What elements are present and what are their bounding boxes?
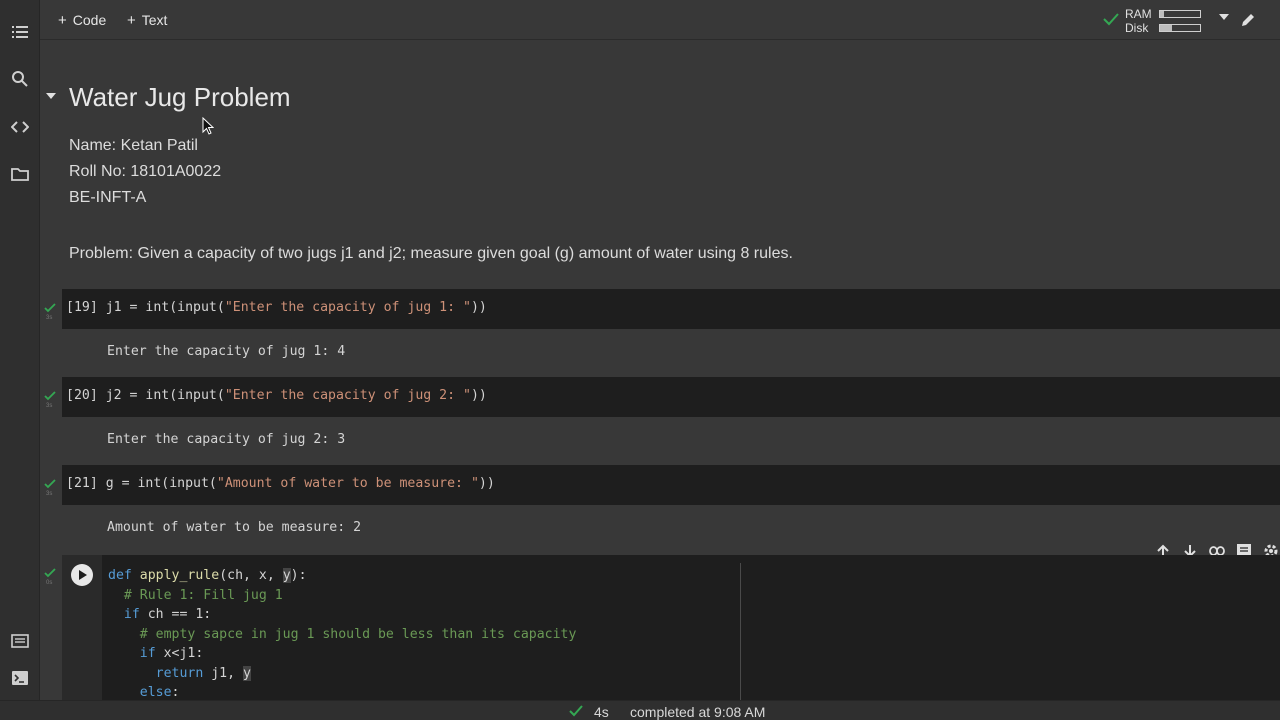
- search-icon[interactable]: [0, 64, 40, 94]
- ram-usage-bar: [1159, 10, 1201, 18]
- left-sidebar: [0, 0, 40, 700]
- add-text-label: Text: [141, 12, 168, 28]
- cell-status: 0s: [44, 568, 58, 586]
- add-code-label: Code: [72, 12, 107, 28]
- output-text: Enter the capacity of jug 2: 3: [107, 432, 346, 447]
- completed-status: completed at 9:08 AM: [630, 704, 766, 720]
- info-class: BE-INFT-A: [69, 189, 147, 206]
- ram-label: RAM: [1125, 7, 1152, 21]
- command-palette-icon[interactable]: [0, 626, 40, 656]
- code-cell[interactable]: [21] g = int(input("Amount of water to b…: [62, 465, 1280, 505]
- output-text: Enter the capacity of jug 1: 4: [107, 344, 346, 359]
- notebook-toolbar: + Code + Text RAM Disk: [40, 0, 1280, 40]
- disk-label: Disk: [1125, 21, 1149, 35]
- code-line[interactable]: [19] j1 = int(input("Enter the capacity …: [66, 300, 487, 315]
- cell-output: Enter the capacity of jug 1: 4: [62, 329, 1280, 377]
- mouse-cursor-icon: [202, 117, 214, 135]
- edit-pencil-icon[interactable]: [1240, 12, 1256, 28]
- add-code-button[interactable]: + Code: [58, 10, 106, 30]
- cell-gutter: [62, 555, 102, 700]
- resources-indicator[interactable]: RAM Disk: [1103, 6, 1238, 35]
- chevron-down-icon[interactable]: [1219, 14, 1229, 20]
- code-cell-editor[interactable]: def apply_rule(ch, x, y): # Rule 1: Fill…: [62, 555, 1280, 700]
- execution-duration: 4s: [594, 704, 609, 720]
- notebook-content: Water Jug Problem Name: Ketan Patil Roll…: [40, 40, 1280, 700]
- problem-statement: Problem: Given a capacity of two jugs j1…: [69, 245, 793, 262]
- cell-output: Enter the capacity of jug 2: 3: [62, 417, 1280, 465]
- code-cell[interactable]: [19] j1 = int(input("Enter the capacity …: [62, 289, 1280, 329]
- cell-status: 3s: [44, 391, 58, 409]
- output-text: Amount of water to be measure: 2: [107, 520, 362, 535]
- connected-check-icon: [1103, 13, 1119, 26]
- plus-icon: +: [127, 11, 136, 29]
- cell-status: 3s: [44, 479, 58, 497]
- terminal-icon[interactable]: [0, 663, 40, 693]
- check-icon: [44, 568, 56, 578]
- notebook-title: Water Jug Problem: [69, 82, 291, 112]
- disk-usage-bar: [1159, 24, 1201, 32]
- cell-output: Amount of water to be measure: 2: [62, 505, 1280, 553]
- check-icon: [44, 391, 56, 401]
- code-editor[interactable]: def apply_rule(ch, x, y): # Rule 1: Fill…: [108, 566, 576, 700]
- check-icon: [44, 479, 56, 489]
- folder-icon[interactable]: [0, 159, 40, 189]
- table-of-contents-icon[interactable]: [0, 17, 40, 47]
- plus-icon: +: [58, 11, 67, 29]
- code-cell[interactable]: [20] j2 = int(input("Enter the capacity …: [62, 377, 1280, 417]
- run-cell-button[interactable]: [71, 564, 93, 586]
- collapse-section-icon[interactable]: [46, 93, 56, 99]
- add-text-button[interactable]: + Text: [127, 10, 167, 30]
- line-length-ruler: [740, 563, 741, 700]
- play-icon: [79, 570, 87, 580]
- completed-check-icon: [569, 705, 583, 717]
- check-icon: [44, 303, 56, 313]
- status-bar: 4s completed at 9:08 AM: [0, 700, 1280, 720]
- code-line[interactable]: [21] g = int(input("Amount of water to b…: [66, 476, 495, 491]
- code-snippets-icon[interactable]: [0, 112, 40, 142]
- cell-status: 3s: [44, 303, 58, 321]
- info-roll-no: Roll No: 18101A0022: [69, 163, 222, 180]
- code-line[interactable]: [20] j2 = int(input("Enter the capacity …: [66, 388, 487, 403]
- info-name: Name: Ketan Patil: [69, 137, 198, 154]
